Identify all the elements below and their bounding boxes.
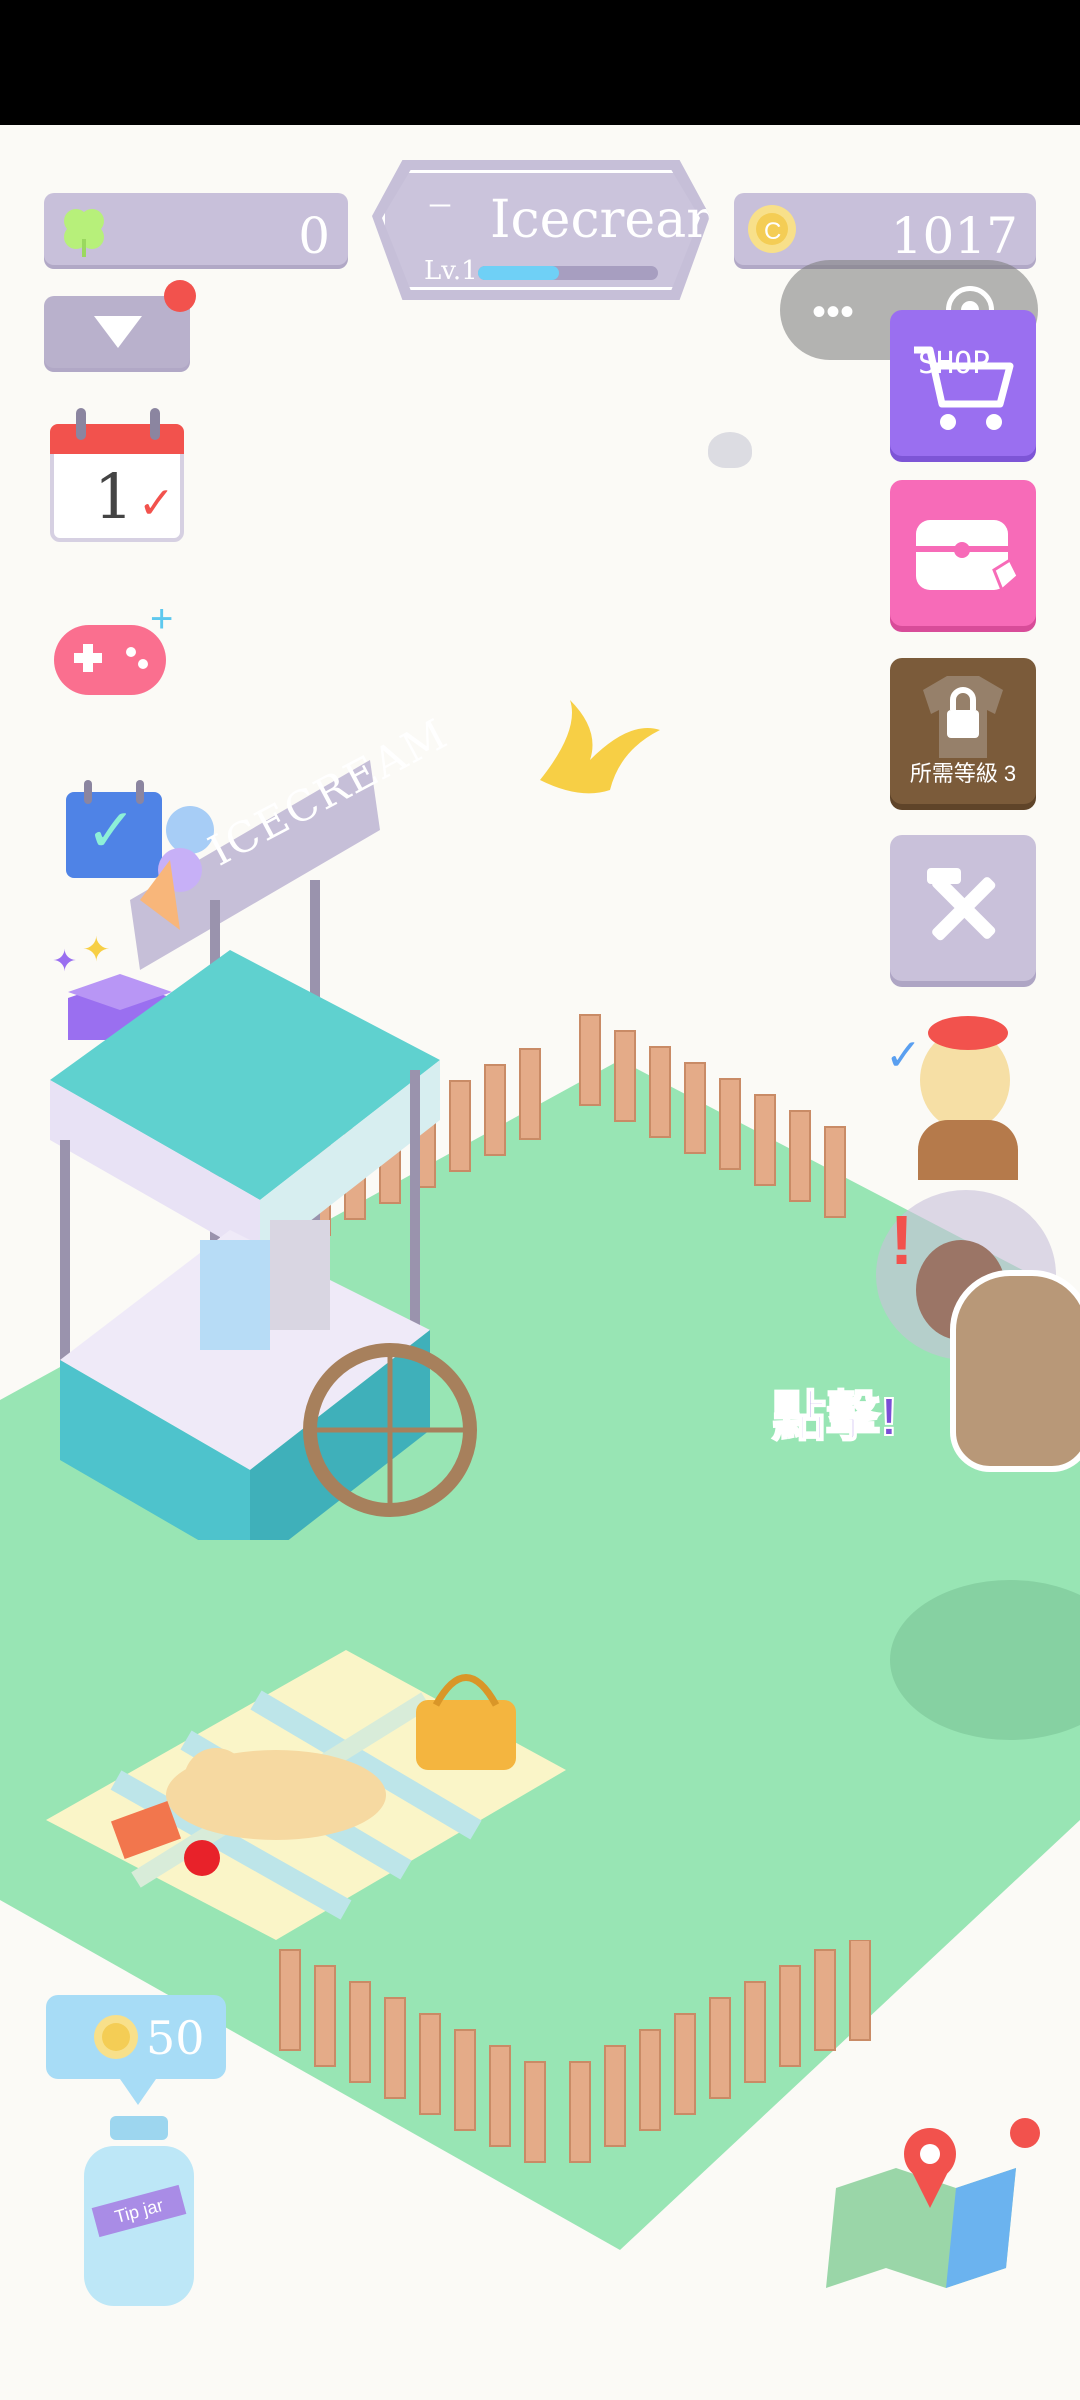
- level-label: Lv.1: [424, 256, 478, 286]
- coin-counter: C 1017: [734, 193, 1036, 265]
- dropdown-icon: [94, 316, 142, 348]
- clover-icon: [64, 209, 104, 257]
- status-bar: [0, 0, 1080, 125]
- tools-icon: [927, 868, 996, 941]
- treasure-button[interactable]: [890, 480, 1036, 626]
- shop-name-plate[interactable]: – Icecream Lv.1: [372, 160, 710, 300]
- clover-counter: 0: [44, 193, 348, 265]
- map-button[interactable]: [826, 2118, 1040, 2298]
- tip-amount: 50: [146, 2011, 205, 2065]
- rock: [708, 432, 752, 468]
- tip-bubble: 50: [46, 1995, 226, 2105]
- banana-peel: [540, 700, 660, 794]
- shop-label: SHOP: [918, 346, 991, 381]
- shop-button[interactable]: SHOP: [890, 310, 1036, 456]
- lock-icon: [923, 676, 1003, 758]
- notification-dot: [1010, 2118, 1040, 2148]
- level-progress-bar: [478, 266, 658, 280]
- shop-name: Icecream: [490, 190, 736, 250]
- coin-icon: [94, 2015, 138, 2059]
- gamepad-icon[interactable]: +: [50, 597, 180, 705]
- svg-text:C: C: [764, 218, 781, 245]
- dropdown-button[interactable]: [44, 280, 196, 368]
- tap-hint: 點擊!: [771, 1386, 899, 1448]
- locked-level-label: 所需等級 3: [909, 761, 1017, 786]
- locked-outfit-button[interactable]: 所需等級 3: [890, 658, 1036, 804]
- notification-dot: [164, 280, 196, 312]
- tip-jar[interactable]: Tip jar: [84, 2116, 194, 2306]
- pointing-paw-icon: [950, 1270, 1080, 1472]
- clover-count: 0: [298, 207, 330, 265]
- more-icon[interactable]: •••: [812, 290, 854, 335]
- treasure-chest-icon: [916, 520, 1020, 593]
- tools-button[interactable]: [890, 835, 1036, 981]
- calendar-icon[interactable]: 1 ✓: [50, 408, 185, 543]
- coin-count: 1017: [890, 207, 1018, 265]
- picnic-blanket: [46, 1650, 566, 1940]
- calendar-day: 1: [94, 460, 134, 533]
- coin-icon: C: [748, 205, 796, 253]
- map-icon: [826, 2128, 1016, 2288]
- level-dash: –: [430, 179, 450, 224]
- level-progress-fill: [478, 266, 559, 280]
